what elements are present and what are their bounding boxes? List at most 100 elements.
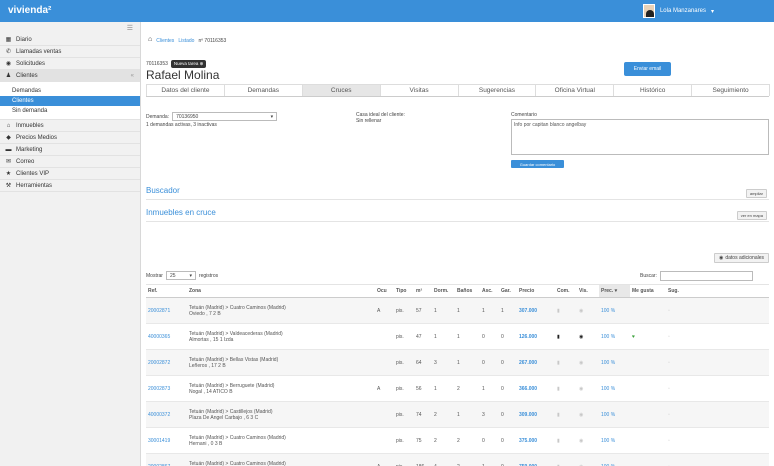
col-gar[interactable]: Gar. xyxy=(499,284,517,298)
tab-seguimiento[interactable]: Seguimiento xyxy=(691,84,770,96)
tab-demandas[interactable]: Demandas xyxy=(223,84,303,96)
table-row[interactable]: 20002867Tetuán (Madrid) > Cuatro Caminos… xyxy=(146,453,769,466)
home-icon[interactable]: ⌂ xyxy=(148,36,152,44)
sidebar-item-diario[interactable]: ▦ Diario xyxy=(0,34,140,46)
sidebar-item-label: Herramientas xyxy=(16,182,53,189)
eye-icon[interactable]: ◉ xyxy=(579,360,583,366)
tab-historico[interactable]: Histórico xyxy=(613,84,693,96)
table-row[interactable]: 40000372 Tetuán (Madrid) > Castillejos (M… xyxy=(146,401,769,428)
tab-sugerencias[interactable]: Sugerencias xyxy=(457,84,537,96)
sub-item-demandas[interactable]: Demandas xyxy=(0,86,140,96)
additional-data-button[interactable]: ◉ datos adicionales xyxy=(713,253,769,263)
col-asc[interactable]: Asc. xyxy=(480,284,499,298)
comment-icon[interactable]: ▮ xyxy=(557,412,560,418)
table-row[interactable]: 40000365 Tetuán (Madrid) > Valdeacederas … xyxy=(146,323,769,350)
breadcrumb-listado[interactable]: Listado xyxy=(178,38,194,44)
col-ocu[interactable]: Ocu xyxy=(375,284,394,298)
user-menu[interactable]: Lola Manzanares ▾ xyxy=(642,4,714,18)
demanda-select[interactable]: 70136950 ▾ xyxy=(172,112,278,121)
comment-icon[interactable]: ▮ xyxy=(557,386,560,392)
user-name[interactable]: Lola Manzanares xyxy=(660,8,706,14)
send-email-button[interactable]: Enviar email xyxy=(624,62,671,76)
suggest-checkbox-icon[interactable]: ▫ xyxy=(668,438,670,444)
sidebar: ☰ ▦ Diario ✆ Llamadas ventas ◉ Solicitudes ♟ Cl… xyxy=(0,22,141,466)
additional-data-label: datos adicionales xyxy=(725,255,764,261)
buscador-title[interactable]: Buscador xyxy=(146,186,180,195)
like-icon[interactable]: ♥ xyxy=(632,334,635,340)
sidebar-item-inmuebles[interactable]: ⌂ Inmuebles xyxy=(0,120,140,132)
col-zona[interactable]: Zona xyxy=(187,284,375,298)
ref-link[interactable]: 40000372 xyxy=(146,401,187,428)
m2-cell: 56 xyxy=(414,375,432,402)
page-length-select[interactable]: 25 ▾ xyxy=(165,271,196,280)
eye-icon[interactable]: ◉ xyxy=(579,438,583,444)
comment-icon[interactable]: ▮ xyxy=(557,308,560,314)
col-sug[interactable]: Sug. xyxy=(666,284,769,298)
sidebar-item-solicitudes[interactable]: ◉ Solicitudes xyxy=(0,58,140,70)
ref-link[interactable]: 40000365 xyxy=(146,323,187,350)
sidebar-item-herramientas[interactable]: ⚒ Herramientas xyxy=(0,180,140,192)
breadcrumb-clientes[interactable]: Clientes xyxy=(156,38,174,44)
eye-icon[interactable]: ◉ xyxy=(579,308,583,314)
ref-link[interactable]: 30001419 xyxy=(146,427,187,454)
table-row[interactable]: 20002872 Tetuán (Madrid) > Bellas Vistas … xyxy=(146,349,769,376)
sub-item-sin-demanda[interactable]: Sin demanda xyxy=(0,106,140,116)
banos-cell: 2 xyxy=(455,375,480,402)
tab-datos-cliente[interactable]: Datos del cliente xyxy=(146,84,225,96)
gar-cell: 0 xyxy=(499,427,517,454)
list-icon[interactable]: ☰ xyxy=(127,24,133,32)
banos-cell: 2 xyxy=(455,453,480,466)
eye-icon[interactable]: ◉ xyxy=(579,334,583,340)
col-me-gusta[interactable]: Me gusta xyxy=(630,284,666,298)
eye-icon[interactable]: ◉ xyxy=(579,386,583,392)
tab-cruces[interactable]: Cruces xyxy=(301,84,381,96)
col-dorm[interactable]: Dorm. xyxy=(432,284,455,298)
sidebar-item-clientes[interactable]: ♟ Clientes « xyxy=(0,70,140,82)
col-com[interactable]: Com. xyxy=(555,284,577,298)
col-tipo[interactable]: Tipo xyxy=(394,284,414,298)
table-row[interactable]: 20002871 Tetuán (Madrid) > Cuatro Caminos… xyxy=(146,297,769,324)
address-text: Oviedo , 7 2 B xyxy=(189,310,221,317)
search-input[interactable] xyxy=(659,271,753,281)
sidebar-collapse[interactable]: ☰ xyxy=(0,22,140,34)
ref-link[interactable]: 20002873 xyxy=(146,375,187,402)
sub-item-clientes[interactable]: Clientes xyxy=(0,96,140,106)
suggest-checkbox-icon[interactable]: ▫ xyxy=(668,412,670,418)
suggest-checkbox-icon[interactable]: ▫ xyxy=(668,334,670,340)
suggest-checkbox-icon[interactable]: ▫ xyxy=(668,360,670,366)
comment-icon[interactable]: ▮ xyxy=(557,334,560,340)
comment-icon[interactable]: ▮ xyxy=(557,438,560,444)
table-row[interactable]: 30001419 Tetuán (Madrid) > Cuatro Caminos… xyxy=(146,427,769,454)
ref-link[interactable]: 20002872 xyxy=(146,349,187,376)
sidebar-item-correo[interactable]: ✉ Correo xyxy=(0,156,140,168)
ocu-cell xyxy=(375,427,394,454)
visit-cell: ◉ xyxy=(577,349,599,376)
banos-cell: 1 xyxy=(455,323,480,350)
col-banos[interactable]: Baños xyxy=(455,284,480,298)
col-ref[interactable]: Ref. xyxy=(146,284,187,298)
sidebar-item-clientes-vip[interactable]: ★ Clientes VIP xyxy=(0,168,140,180)
col-precio[interactable]: Precio xyxy=(517,284,555,298)
col-vis[interactable]: Vis. xyxy=(577,284,599,298)
col-m2[interactable]: m² xyxy=(414,284,432,298)
new-task-badge[interactable]: Nueva tarea ⊕ xyxy=(170,60,207,68)
ampliar-button[interactable]: ampliar xyxy=(745,189,767,198)
app-logo[interactable]: vivienda² xyxy=(8,5,51,16)
collapse-icon[interactable]: « xyxy=(131,73,134,79)
suggest-checkbox-icon[interactable]: ▫ xyxy=(668,386,670,392)
eye-icon[interactable]: ◉ xyxy=(579,412,583,418)
tab-visitas[interactable]: Visitas xyxy=(379,84,459,96)
tab-oficina-virtual[interactable]: Oficina Virtual xyxy=(535,84,615,96)
sidebar-item-precios-medios[interactable]: ◆ Precios Medios xyxy=(0,132,140,144)
sidebar-item-llamadas-ventas[interactable]: ✆ Llamadas ventas xyxy=(0,46,140,58)
comment-icon[interactable]: ▮ xyxy=(557,360,560,366)
table-row[interactable]: 20002873 Tetuán (Madrid) > Berruguete (Ma… xyxy=(146,375,769,402)
ref-link[interactable]: 20002871 xyxy=(146,297,187,324)
sidebar-item-marketing[interactable]: ▬ Marketing xyxy=(0,144,140,156)
col-prec[interactable]: Prec. ▾ xyxy=(599,284,630,298)
save-comment-button[interactable]: Guardar comentario xyxy=(511,160,564,168)
map-view-button[interactable]: ver en mapa xyxy=(736,211,767,220)
suggest-checkbox-icon[interactable]: ▫ xyxy=(668,308,670,314)
comentario-textarea[interactable]: Info por capitan blanco angelbay xyxy=(511,119,769,155)
ref-link[interactable]: 20002867 xyxy=(146,453,187,466)
